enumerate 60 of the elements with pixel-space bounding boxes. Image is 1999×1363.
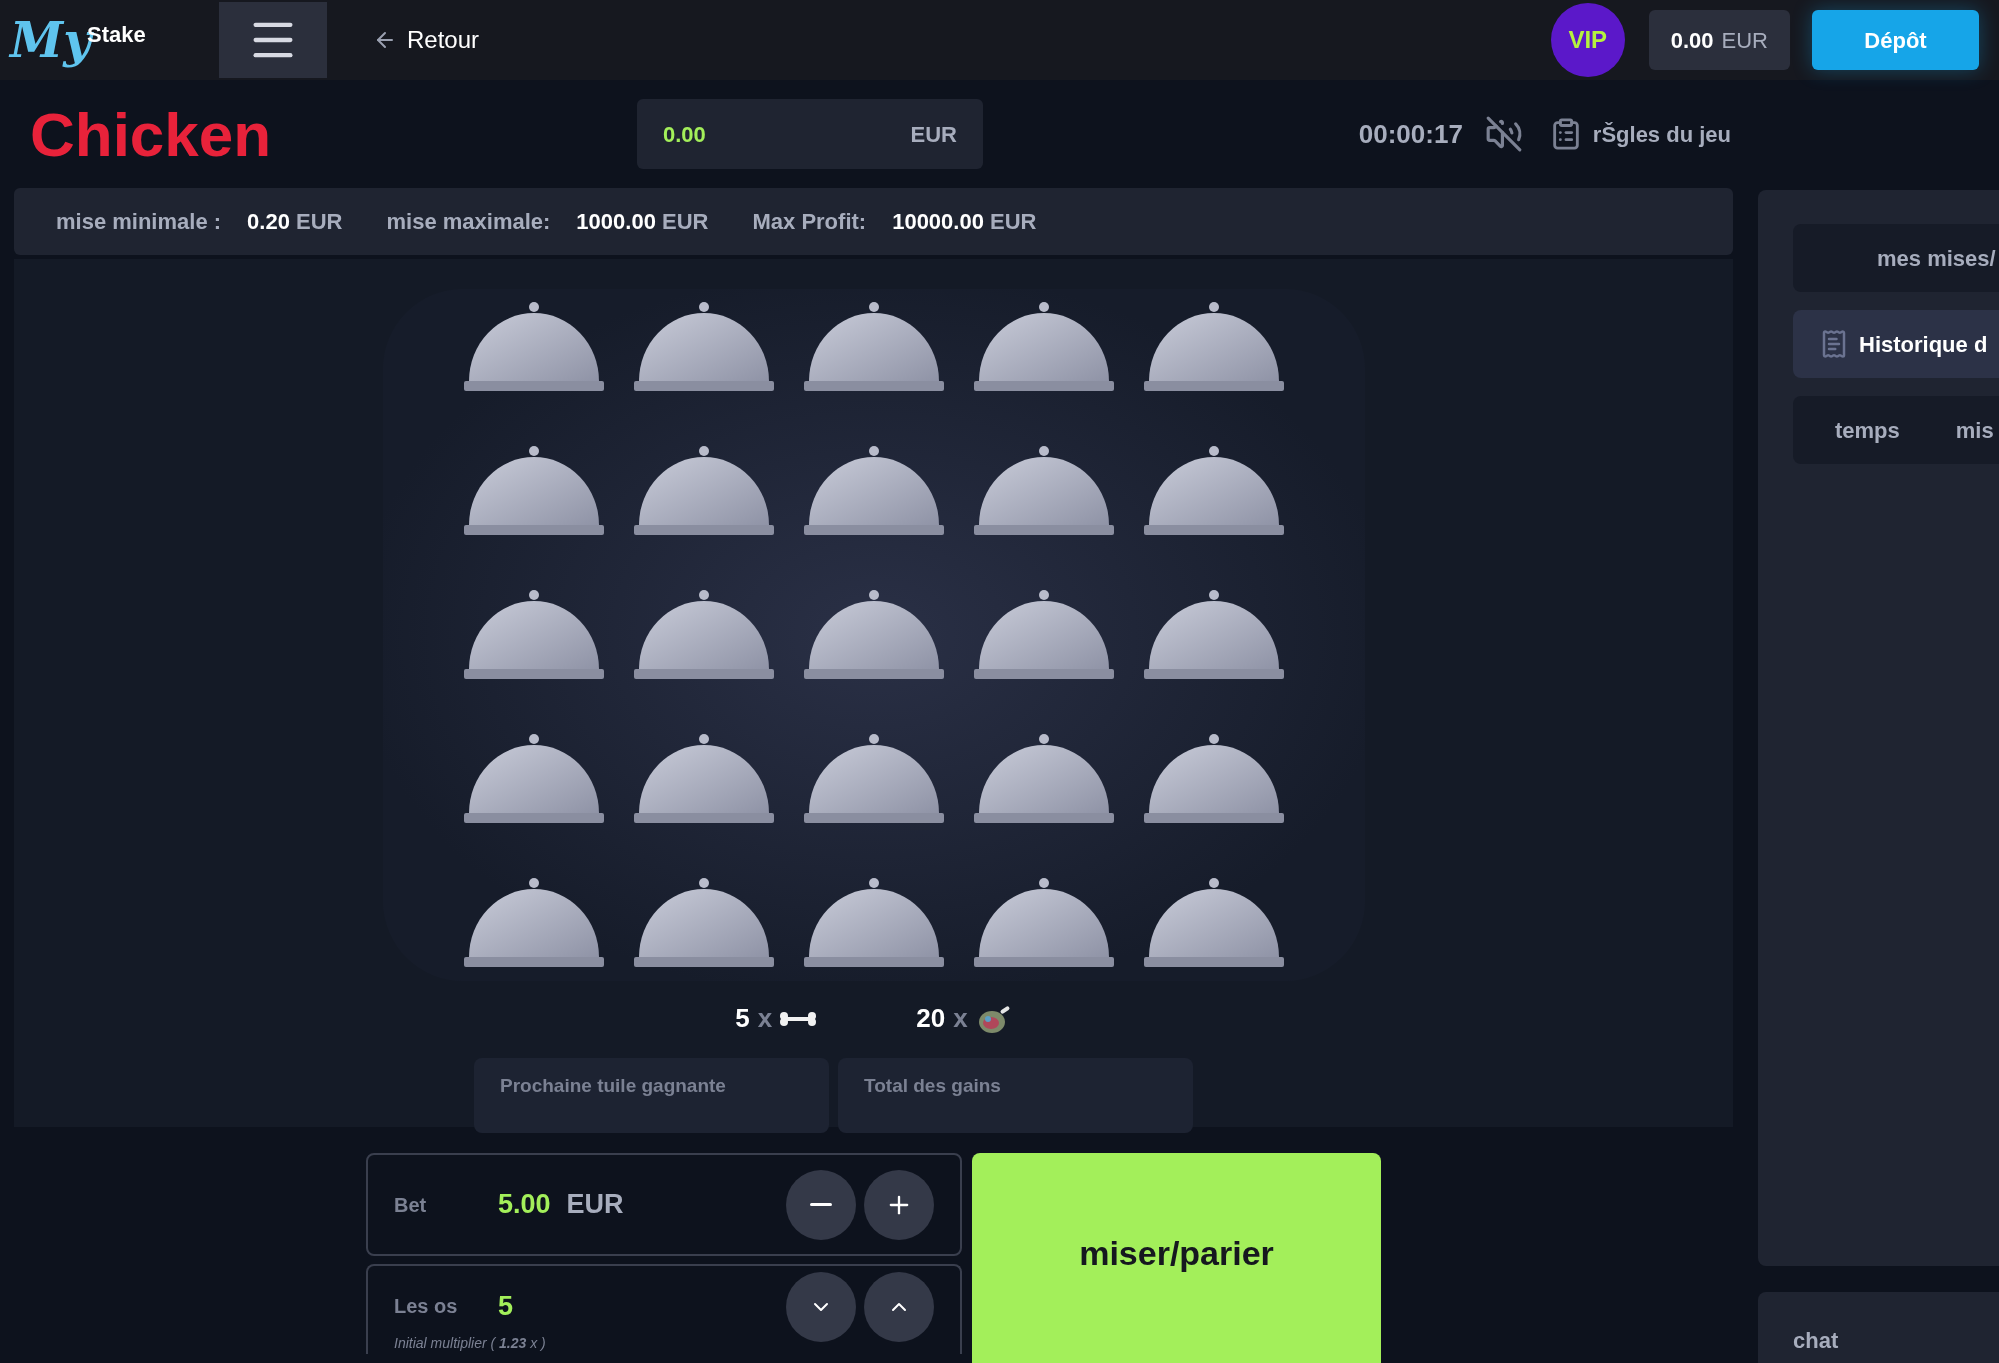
timer: 00:00:17 bbox=[1358, 117, 1463, 151]
bet-currency: EUR bbox=[566, 1188, 624, 1222]
dome-cover-icon[interactable] bbox=[802, 301, 945, 393]
dome-cover-icon[interactable] bbox=[462, 445, 605, 537]
balance-display: 0.00 EUR bbox=[1648, 10, 1790, 70]
vip-badge[interactable]: VIP bbox=[1550, 3, 1625, 77]
bones-label: Les os bbox=[394, 1294, 459, 1319]
dome-cover-icon[interactable] bbox=[1142, 589, 1285, 681]
dome-cover-icon[interactable] bbox=[632, 589, 775, 681]
minus-icon bbox=[810, 1203, 832, 1206]
dome-cover-icon[interactable] bbox=[462, 589, 605, 681]
dome-cover-icon[interactable] bbox=[972, 301, 1115, 393]
dome-cover-icon[interactable] bbox=[972, 589, 1115, 681]
dome-cover-icon[interactable] bbox=[802, 445, 945, 537]
dome-cover-icon[interactable] bbox=[1142, 445, 1285, 537]
result-box: Total des gains bbox=[838, 1058, 1193, 1133]
limit-label: mise minimale : bbox=[56, 208, 222, 237]
chat-title: chat bbox=[1793, 1328, 1839, 1353]
limit-value: 1000.00 EUR bbox=[576, 208, 709, 237]
limit-value: 10000.00 EUR bbox=[892, 208, 1037, 237]
side-tab[interactable]: Historique d bbox=[1793, 310, 1999, 378]
rules-link[interactable]: rŠgles du jeu bbox=[1592, 117, 1731, 151]
sound-muted-icon[interactable] bbox=[1484, 115, 1523, 154]
dome-cover-icon[interactable] bbox=[972, 877, 1115, 969]
dome-cover-icon[interactable] bbox=[1142, 877, 1285, 969]
dome-cover-icon[interactable] bbox=[632, 445, 775, 537]
result-box: Prochaine tuile gagnante bbox=[474, 1058, 829, 1133]
win-amount-field: 0.00 EUR bbox=[637, 99, 983, 170]
dome-cover-icon[interactable] bbox=[632, 733, 775, 825]
dome-cover-icon[interactable] bbox=[462, 877, 605, 969]
dome-cover-icon[interactable] bbox=[632, 877, 775, 969]
place-bet-button[interactable]: miser/parier bbox=[972, 1153, 1381, 1363]
multiplier-note: Initial multiplier ( 1.23 x ) bbox=[394, 1336, 546, 1350]
dome-cover-icon[interactable] bbox=[802, 589, 945, 681]
dome-cover-icon[interactable] bbox=[972, 733, 1115, 825]
bones-value: 5 bbox=[498, 1289, 514, 1323]
limit-label: Max Profit: bbox=[752, 208, 867, 237]
bone-icon bbox=[780, 1010, 817, 1027]
dome-cover-icon[interactable] bbox=[972, 445, 1115, 537]
count-value: 5 bbox=[735, 1002, 750, 1035]
game-title: Chicken bbox=[29, 98, 273, 171]
column-header: temps bbox=[1835, 416, 1900, 445]
dome-cover-icon[interactable] bbox=[632, 301, 775, 393]
limit-label: mise maximale: bbox=[386, 208, 551, 237]
dome-cover-icon[interactable] bbox=[462, 733, 605, 825]
count-value: 20 bbox=[916, 1002, 946, 1035]
bet-amount: 5.00 bbox=[498, 1188, 551, 1222]
dome-cover-icon[interactable] bbox=[802, 733, 945, 825]
dome-cover-icon[interactable] bbox=[1142, 301, 1285, 393]
times-sign: x bbox=[757, 1002, 773, 1035]
times-sign: x bbox=[953, 1002, 968, 1035]
side-tab[interactable]: mes mises/ bbox=[1793, 224, 1999, 292]
limit-value: 0.20 EUR bbox=[247, 208, 343, 237]
dome-cover-icon[interactable] bbox=[1142, 733, 1285, 825]
bet-label: Bet bbox=[394, 1192, 428, 1218]
menu-button[interactable] bbox=[219, 2, 327, 78]
back-link[interactable]: Retour bbox=[373, 22, 480, 58]
column-header: mis bbox=[1955, 416, 1994, 445]
dome-cover-icon[interactable] bbox=[462, 301, 605, 393]
dome-cover-icon[interactable] bbox=[802, 877, 945, 969]
